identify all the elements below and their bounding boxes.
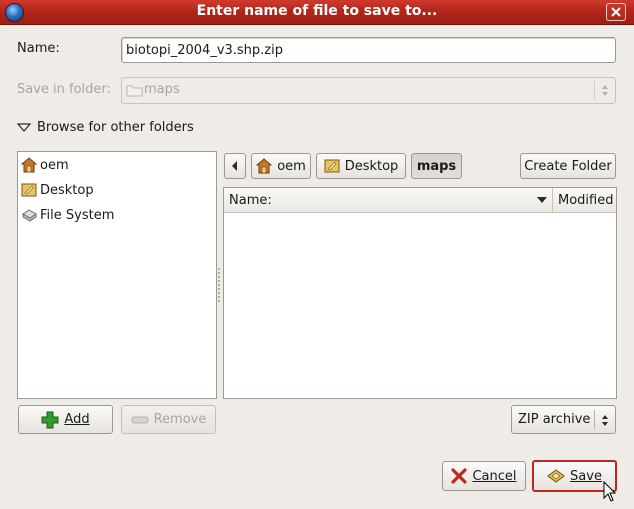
place-item-desktop[interactable]: Desktop xyxy=(21,179,94,201)
place-item-oem[interactable]: oem xyxy=(21,154,69,176)
desktop-icon xyxy=(21,183,37,197)
place-label: oem xyxy=(40,157,69,173)
place-item-file-system[interactable]: File System xyxy=(21,204,114,226)
title-bar: Enter name of file to save to... xyxy=(0,0,634,25)
minus-icon xyxy=(131,416,149,423)
updown-arrows-icon xyxy=(602,85,608,96)
file-type-filter[interactable]: ZIP archive xyxy=(511,405,616,434)
path-scroll-left-button[interactable] xyxy=(224,153,246,179)
save-in-folder-value: maps xyxy=(144,82,180,97)
sort-descending-icon xyxy=(537,197,547,203)
save-disk-icon xyxy=(547,469,565,483)
browse-folders-expander[interactable]: Browse for other folders xyxy=(17,120,194,135)
home-folder-icon xyxy=(256,158,273,174)
cancel-x-icon xyxy=(451,468,468,484)
file-list: Name: Modified xyxy=(223,187,617,399)
file-type-filter-value: ZIP archive xyxy=(518,412,591,427)
cancel-label: Cancel xyxy=(472,468,517,484)
save-in-folder-label: Save in folder: xyxy=(17,82,111,97)
filename-input[interactable] xyxy=(122,38,615,62)
window-title: Enter name of file to save to... xyxy=(196,3,438,19)
path-segment-label: maps xyxy=(416,158,457,174)
plus-icon xyxy=(41,411,59,428)
path-segment-desktop[interactable]: Desktop xyxy=(316,153,406,179)
add-label: Add xyxy=(64,412,90,427)
column-header-modified[interactable]: Modified xyxy=(552,188,616,213)
name-label: Name: xyxy=(17,41,60,56)
desktop-icon xyxy=(324,159,340,173)
filename-field[interactable] xyxy=(121,37,616,63)
remove-bookmark-button[interactable]: Remove xyxy=(121,405,216,434)
folder-icon xyxy=(126,85,143,97)
place-label: Desktop xyxy=(40,182,94,198)
place-label: File System xyxy=(40,207,115,223)
create-folder-label: Create Folder xyxy=(524,158,612,174)
path-segment-oem[interactable]: oem xyxy=(251,153,311,179)
arrow-left-icon xyxy=(232,161,237,171)
updown-arrows-icon xyxy=(602,415,608,426)
save-in-folder-combo[interactable]: maps xyxy=(121,77,616,104)
browse-folders-label: Browse for other folders xyxy=(37,120,194,135)
save-dialog: Enter name of file to save to... Name: S… xyxy=(0,0,634,509)
cancel-button[interactable]: Cancel xyxy=(442,461,526,491)
pane-resize-handle[interactable] xyxy=(218,268,221,304)
column-header-name-label: Name: xyxy=(229,192,272,208)
mouse-pointer-icon xyxy=(603,481,617,502)
home-folder-icon xyxy=(21,157,37,173)
column-header-modified-label: Modified xyxy=(558,192,614,208)
path-segment-label: oem xyxy=(277,158,306,174)
places-list: oem Desktop File System xyxy=(17,151,217,399)
add-bookmark-button[interactable]: Add xyxy=(18,405,113,434)
path-segment-maps[interactable]: maps xyxy=(411,153,462,179)
harddisk-icon xyxy=(22,209,37,222)
create-folder-button[interactable]: Create Folder xyxy=(520,153,616,179)
close-icon xyxy=(611,7,621,17)
column-header-name[interactable]: Name: xyxy=(224,188,552,213)
remove-label: Remove xyxy=(153,412,207,427)
save-label: Save xyxy=(570,468,602,484)
path-segment-label: Desktop xyxy=(344,158,399,174)
expander-arrow-down-icon xyxy=(17,122,31,132)
close-window-button[interactable] xyxy=(606,3,626,21)
